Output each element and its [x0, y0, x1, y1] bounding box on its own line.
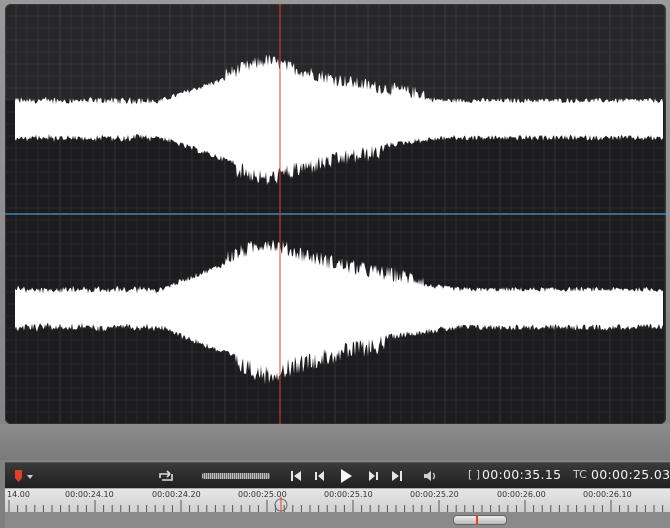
audio-editor-window: [ ] 00:00:35.15 TC 00:00:25.03 14.00 00:…: [0, 0, 670, 528]
loop-button[interactable]: [155, 467, 177, 485]
timecode-display[interactable]: 00:00:25.03: [591, 467, 670, 482]
loop-icon: [159, 470, 173, 481]
timeline-ruler[interactable]: 14.00 00:00:24.10 00:00:24.20 00:00:25.0…: [5, 488, 670, 513]
zoom-scrollbar-thumb[interactable]: [453, 515, 507, 525]
go-to-end-icon: [392, 471, 402, 481]
go-to-start-button[interactable]: [288, 467, 304, 485]
waveform-canvas[interactable]: [5, 4, 666, 424]
step-forward-button[interactable]: [365, 467, 381, 485]
timecode-label: TC: [573, 468, 587, 481]
duration-display: 00:00:35.15: [482, 467, 562, 482]
marker-button[interactable]: [10, 467, 36, 485]
go-to-start-icon: [291, 471, 301, 481]
jog-shuttle-slider[interactable]: [202, 473, 270, 479]
volume-icon: [424, 471, 436, 481]
ruler-ticks: [8, 497, 664, 513]
step-forward-icon: [369, 471, 378, 481]
marker-icon: [15, 470, 33, 482]
zoom-scrollbar[interactable]: [5, 512, 670, 528]
step-back-button[interactable]: [312, 467, 328, 485]
waveform-panel[interactable]: [5, 4, 666, 424]
duration-icon: [ ]: [468, 468, 481, 481]
step-back-icon: [315, 471, 324, 481]
play-button[interactable]: [336, 467, 356, 485]
go-to-end-button[interactable]: [389, 467, 405, 485]
play-icon: [341, 469, 352, 483]
transport-bar: [ ] 00:00:35.15 TC 00:00:25.03: [5, 462, 670, 489]
volume-button[interactable]: [422, 467, 440, 485]
panel-footer: [0, 424, 670, 460]
playhead-position-marker: [476, 515, 478, 525]
